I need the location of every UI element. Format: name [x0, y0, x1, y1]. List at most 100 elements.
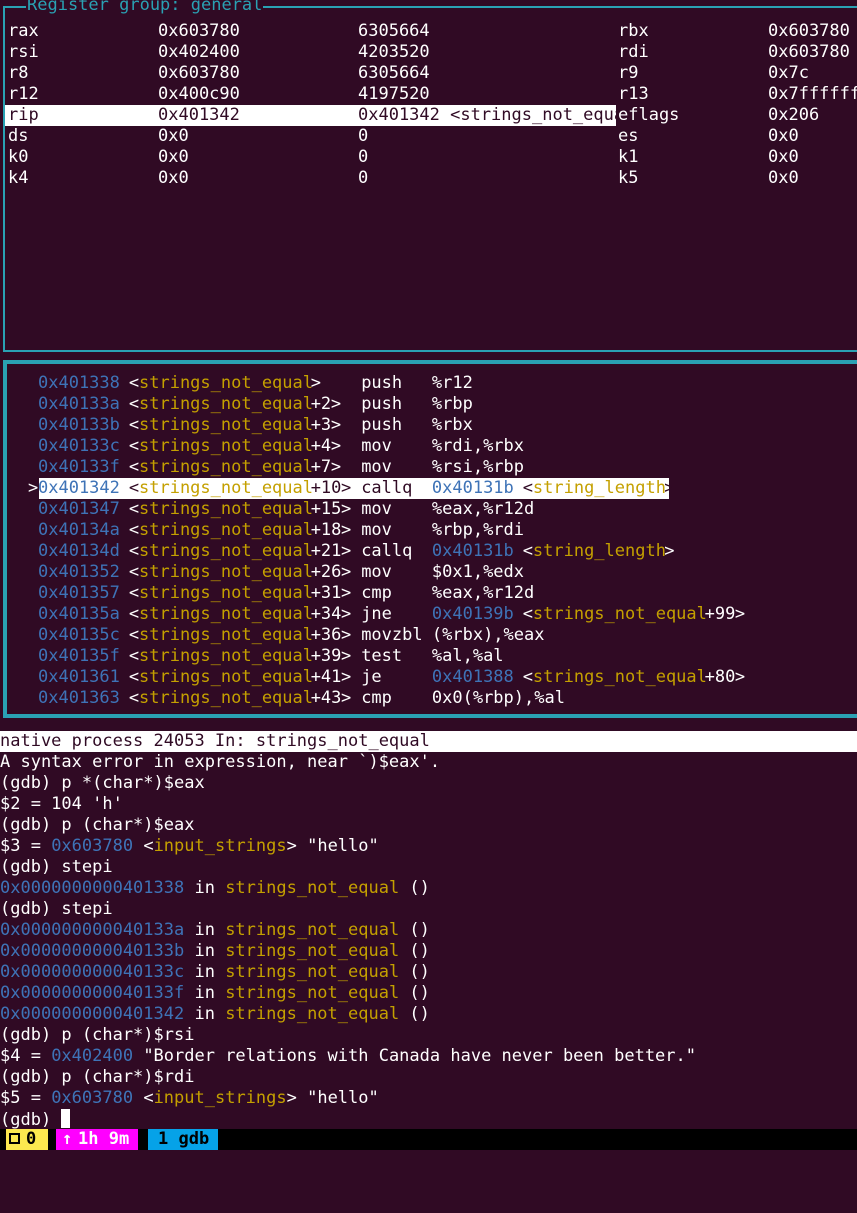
console-text: (gdb) p *(char*)$eax [0, 773, 205, 793]
register-name: rax [8, 21, 39, 41]
console-text: $5 = [0, 1088, 52, 1108]
current-pc-marker: > [28, 478, 39, 498]
session-square-icon [9, 1133, 20, 1144]
symbol-bracket: > [341, 478, 352, 498]
address-text: 0x000000000040133f [0, 983, 185, 1003]
console-text: () [399, 878, 430, 898]
gdb-prompt: (gdb) [0, 1110, 62, 1130]
mnemonic: test [361, 646, 403, 666]
symbol-text: strings_not_equal [225, 1004, 400, 1024]
instruction-address: 0x401352 [38, 562, 120, 582]
console-text: (gdb) stepi [0, 899, 113, 919]
symbol-bracket: > [330, 394, 342, 414]
mnemonic: cmp [361, 688, 392, 708]
register-natural-value: 4203520 [358, 42, 430, 62]
console-text: in [184, 920, 226, 940]
tmux-session-indicator[interactable]: 0 [6, 1129, 48, 1150]
console-line: $4 = 0x402400 "Border relations with Can… [0, 1046, 857, 1067]
function-symbol: strings_not_equal [139, 688, 313, 708]
register-name: es [618, 126, 639, 146]
register-hex-value: 0x603780 [158, 21, 240, 41]
symbol-bracket: > [341, 646, 352, 666]
symbol-text: strings_not_equal [225, 941, 400, 961]
gdb-console[interactable]: A syntax error in expression, near `)$ea… [0, 752, 857, 1130]
symbol-bracket: < [522, 478, 534, 498]
symbol-offset: +36 [310, 625, 342, 645]
mnemonic: mov [361, 457, 392, 477]
instruction-address: 0x401347 [38, 499, 120, 519]
operands: %rdi,%rbx [431, 436, 525, 456]
register-hex-value: 0x603780 [768, 21, 850, 41]
target-symbol: strings_not_equal [532, 604, 707, 624]
mnemonic: mov [361, 436, 392, 456]
console-text: (gdb) p (char*)$rdi [0, 1067, 195, 1087]
symbol-offset: +15 [310, 499, 342, 519]
console-line: (gdb) p *(char*)$eax [0, 773, 857, 794]
register-name: r9 [618, 63, 639, 83]
register-hex-value: 0x7c [768, 63, 809, 83]
operands: $0x1,%edx [431, 562, 525, 582]
console-line: (gdb) stepi [0, 857, 857, 878]
symbol-bracket: > [341, 604, 352, 624]
gdb-status-line: native process 24053 In: strings_not_equ… [0, 731, 857, 752]
operands: %eax,%r12d [431, 583, 535, 603]
mnemonic: push [361, 415, 403, 435]
function-symbol: strings_not_equal [139, 436, 313, 456]
console-text: (gdb) p (char*)$rsi [0, 1025, 195, 1045]
register-hex-value: 0x7ffffff [768, 84, 857, 104]
mnemonic: callq [361, 478, 413, 498]
target-symbol: string_length [532, 541, 666, 561]
symbol-bracket: > [330, 415, 342, 435]
operands: %rsi,%rbp [431, 457, 525, 477]
symbol-bracket: > [341, 499, 352, 519]
function-symbol: strings_not_equal [139, 499, 313, 519]
symbol-bracket: < [522, 604, 534, 624]
instruction-address: 0x40133c [38, 436, 120, 456]
symbol-offset: +39 [310, 646, 342, 666]
symbol-bracket: < [128, 604, 140, 624]
console-text: > "hello" [286, 1088, 379, 1108]
console-line: $2 = 104 'h' [0, 794, 857, 815]
mnemonic: mov [361, 499, 392, 519]
function-symbol: strings_not_equal [139, 625, 313, 645]
target-symbol: string_length [532, 478, 666, 498]
operands: %rbp,%rdi [431, 520, 525, 540]
console-text: () [399, 920, 430, 940]
console-line: (gdb) p (char*)$rsi [0, 1025, 857, 1046]
tmux-window-tab[interactable]: 1 gdb [148, 1129, 218, 1150]
register-group-title: Register group: general [26, 0, 264, 14]
tmux-session-name: 0 [26, 1129, 37, 1149]
console-line: (gdb) p (char*)$eax [0, 815, 857, 836]
console-prompt-line[interactable]: (gdb) [0, 1109, 857, 1130]
register-hex-value: 0x401342 [158, 105, 240, 125]
symbol-offset: +21 [310, 541, 342, 561]
register-natural-value: 0x401342 <strings_not_equa [358, 105, 625, 125]
symbol-bracket: < [128, 373, 140, 393]
address-text: 0x402400 [51, 1046, 134, 1066]
symbol-bracket: > [734, 667, 746, 687]
symbol-bracket: > [330, 457, 342, 477]
target-offset: +99 [704, 604, 736, 624]
register-name: k4 [8, 168, 29, 188]
console-text: < [133, 836, 154, 856]
symbol-offset: +10 [310, 478, 342, 498]
register-natural-value: 0 [358, 126, 369, 146]
register-name: k5 [618, 168, 639, 188]
mnemonic: callq [361, 541, 413, 561]
symbol-bracket: < [522, 541, 534, 561]
register-hex-value: 0x0 [158, 147, 189, 167]
symbol-text: strings_not_equal [225, 962, 400, 982]
register-hex-value: 0x603780 [158, 63, 240, 83]
function-symbol: strings_not_equal [139, 457, 313, 477]
instruction-address: 0x40134d [38, 541, 120, 561]
operands: %rbp [431, 394, 473, 414]
symbol-offset: +3 [310, 415, 332, 435]
address-text: 0x0000000000401338 [0, 878, 185, 898]
register-hex-value: 0x400c90 [158, 84, 240, 104]
console-text: < [133, 1088, 154, 1108]
symbol-text: input_strings [153, 836, 287, 856]
console-line: A syntax error in expression, near `)$ea… [0, 752, 857, 773]
symbol-text: input_strings [153, 1088, 287, 1108]
instruction-address: 0x401361 [38, 667, 120, 687]
symbol-bracket: > [341, 688, 352, 708]
